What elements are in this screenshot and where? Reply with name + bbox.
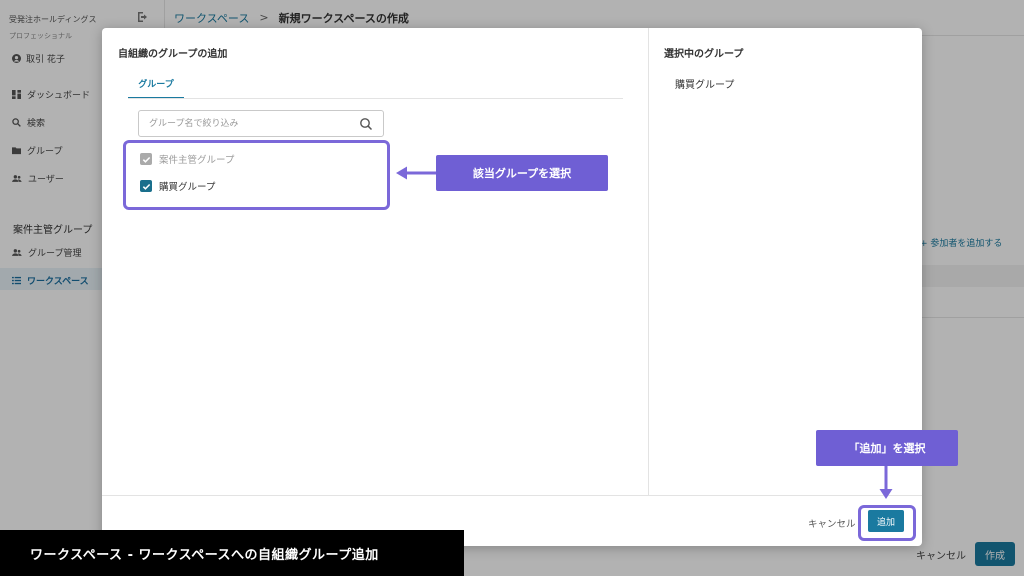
arrow-left-icon (396, 166, 438, 180)
group-picker-panel: 自組織のグループの追加 グループ 案件主管グループ 購買グループ (102, 28, 649, 495)
selected-groups-panel: 選択中のグループ 購買グループ (650, 28, 922, 495)
add-group-dialog: 自組織のグループの追加 グループ 案件主管グループ 購買グループ 選択中のグルー… (102, 28, 922, 546)
tutorial-caption: ワークスペース - ワークスペースへの自組織グループ追加 (0, 530, 464, 576)
cancel-button[interactable]: キャンセル (808, 516, 856, 530)
tab-divider (128, 98, 623, 99)
group-filter-input[interactable] (139, 111, 359, 136)
click-add-callout: 「追加」を選択 (816, 430, 958, 466)
dialog-title: 自組織のグループの追加 (118, 49, 228, 60)
group-search (138, 110, 384, 137)
tab-groups[interactable]: グループ (128, 74, 184, 99)
group-list-highlight (123, 140, 390, 210)
arrow-down-icon (879, 466, 893, 499)
selected-groups-title: 選択中のグループ (664, 49, 744, 60)
select-group-callout: 該当グループを選択 (436, 155, 608, 191)
selected-group-item: 購買グループ (675, 80, 735, 91)
add-button-highlight (858, 505, 916, 541)
search-icon[interactable] (359, 117, 373, 131)
